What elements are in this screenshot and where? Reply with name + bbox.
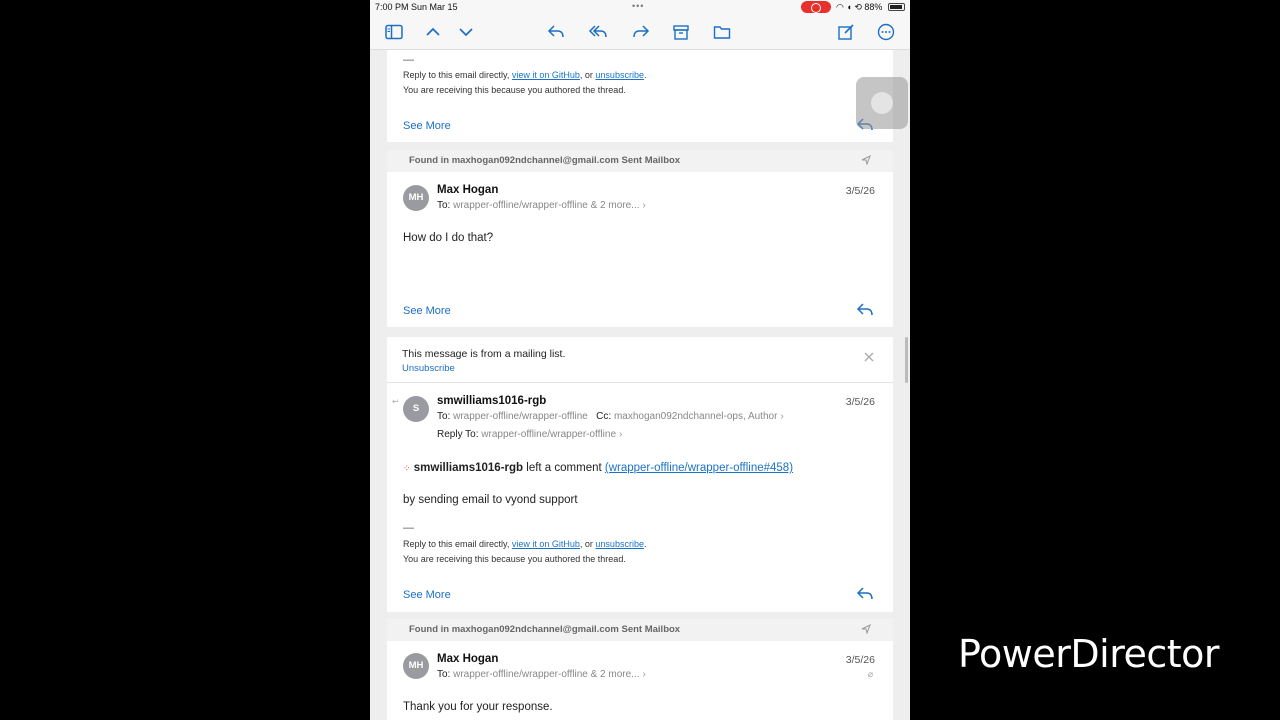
battery-icon <box>888 3 905 11</box>
close-icon[interactable] <box>863 351 875 363</box>
mail-toolbar <box>370 14 910 50</box>
chevron-right-icon: › <box>619 429 623 440</box>
sender-name[interactable]: Max Hogan <box>437 653 498 665</box>
forward-icon[interactable] <box>631 22 651 42</box>
recipients-line[interactable]: To: wrapper-offline/wrapper-offline & 2 … <box>437 200 646 211</box>
scroll-indicator[interactable] <box>905 337 908 383</box>
reply-to-label: Reply To: <box>437 429 479 440</box>
avatar: MH <box>403 185 429 211</box>
to-label: To: <box>437 200 451 211</box>
sidebar-toggle-icon[interactable] <box>384 22 404 42</box>
reply-notice: Reply to this email directly, view it on… <box>403 539 646 549</box>
rotation-lock-icon: ⟲ <box>854 2 862 12</box>
sent-arrow-icon <box>861 624 871 634</box>
reply-notice: Reply to this email directly, view it on… <box>403 70 646 80</box>
signature-dash: — <box>403 54 414 66</box>
reply-icon[interactable] <box>546 22 566 42</box>
comment-action: left a comment <box>523 462 605 474</box>
headphones-icon: ◖ <box>846 2 852 12</box>
previous-message-icon[interactable] <box>423 22 443 42</box>
reply-notice-text: Reply to this email directly, <box>403 70 512 80</box>
reply-all-icon[interactable] <box>588 22 608 42</box>
powerdirector-watermark: PowerDirector <box>958 632 1220 676</box>
avatar: S <box>403 396 429 422</box>
battery-percent: 88% <box>864 2 883 12</box>
reply-icon[interactable] <box>855 585 875 603</box>
unsubscribe-button[interactable]: Unsubscribe <box>402 363 455 374</box>
chevron-right-icon: › <box>642 200 646 211</box>
reply-to-value: wrapper-offline/wrapper-offline <box>481 429 616 440</box>
found-in-mailbox-text: Found in maxhogan092ndchannel@gmail.com … <box>409 155 681 166</box>
see-more-button[interactable]: See More <box>403 589 451 601</box>
reply-icon[interactable] <box>855 301 875 319</box>
move-folder-icon[interactable] <box>712 22 732 42</box>
see-more-button[interactable]: See More <box>403 120 451 132</box>
sender-name[interactable]: Max Hogan <box>437 184 498 196</box>
screen-record-icon[interactable] <box>801 1 831 13</box>
reply-to-line[interactable]: Reply To: wrapper-offline/wrapper-offlin… <box>437 429 622 440</box>
reply-notice-text: Reply to this email directly, <box>403 539 512 549</box>
found-in-mailbox-text: Found in maxhogan092ndchannel@gmail.com … <box>409 624 681 635</box>
to-value: wrapper-offline/wrapper-offline <box>453 411 588 422</box>
receiving-note: You are receiving this because you autho… <box>403 85 626 95</box>
assistive-touch-button[interactable] <box>856 77 908 129</box>
archive-icon[interactable] <box>671 22 691 42</box>
sender-name[interactable]: smwilliams1016-rgb <box>437 395 546 407</box>
period-text: . <box>643 539 647 549</box>
mailing-list-message: This message is from a mailing list. <box>402 348 566 360</box>
message-body: How do I do that? <box>403 232 494 244</box>
or-text: , or <box>579 70 596 80</box>
chevron-right-icon: › <box>642 669 646 680</box>
or-text: , or <box>579 539 596 549</box>
message-body: Thank you for your response. <box>403 701 553 713</box>
message-card-smwilliams[interactable]: ↩ S smwilliams1016-rgb 3/5/26 To: wrappe… <box>387 383 893 612</box>
more-options-icon[interactable] <box>876 22 896 42</box>
message-card-max-hogan-1[interactable]: MH Max Hogan 3/5/26 To: wrapper-offline/… <box>387 172 893 327</box>
recipients-line[interactable]: To: wrapper-offline/wrapper-offline & 2 … <box>437 669 646 680</box>
message-date: 3/5/26 <box>845 185 875 197</box>
message-date: 3/5/26 <box>845 396 875 408</box>
to-label: To: <box>437 669 451 680</box>
cc-value: maxhogan092ndchannel-ops, Author <box>613 411 778 422</box>
period-text: . <box>643 70 647 80</box>
view-on-github-link[interactable]: view it on GitHub <box>512 70 580 80</box>
to-value: wrapper-offline/wrapper-offline & 2 more… <box>453 200 640 211</box>
cc-label: Cc: <box>596 411 612 422</box>
avatar: MH <box>403 653 429 679</box>
message-date: 3/5/26 <box>845 654 875 666</box>
status-right: ◠ ◖ ⟲ 88% <box>836 2 882 13</box>
next-message-icon[interactable] <box>456 22 476 42</box>
to-value: wrapper-offline/wrapper-offline & 2 more… <box>453 669 640 680</box>
receiving-note: You are receiving this because you autho… <box>403 554 626 564</box>
status-bar: 7:00 PM Sun Mar 15 ••• ◠ ◖ ⟲ 88% <box>370 0 910 14</box>
comment-header: ⁘ smwilliams1016-rgb left a comment (wra… <box>403 462 793 474</box>
wifi-icon: ◠ <box>836 2 844 12</box>
mail-app-screen: 7:00 PM Sun Mar 15 ••• ◠ ◖ ⟲ 88% — Reply… <box>370 0 910 720</box>
signature-dash: — <box>403 522 414 534</box>
sent-arrow-icon <box>861 155 871 165</box>
message-card-max-hogan-2[interactable]: MH Max Hogan 3/5/26 ⌀ To: wrapper-offlin… <box>387 641 893 720</box>
comment-user: smwilliams1016-rgb <box>413 462 524 474</box>
found-in-mailbox-label: Found in maxhogan092ndchannel@gmail.com … <box>387 619 893 641</box>
replied-indicator-icon: ↩ <box>392 397 399 406</box>
see-more-button[interactable]: See More <box>403 305 451 317</box>
mailing-list-banner: This message is from a mailing list. Uns… <box>387 337 893 383</box>
github-user-avatar-icon: ⁘ <box>403 463 411 473</box>
multitasking-dots[interactable]: ••• <box>632 1 644 11</box>
status-time-date: 7:00 PM Sun Mar 15 <box>375 2 458 12</box>
view-on-github-link[interactable]: view it on GitHub <box>512 539 580 549</box>
unsubscribe-link[interactable]: unsubscribe <box>595 70 644 80</box>
unsubscribe-link[interactable]: unsubscribe <box>595 539 644 549</box>
message-body: by sending email to vyond support <box>403 494 578 506</box>
found-in-mailbox-label: Found in maxhogan092ndchannel@gmail.com … <box>387 150 893 172</box>
compose-icon[interactable] <box>836 22 856 42</box>
attachment-icon: ⌀ <box>867 669 873 679</box>
chevron-right-icon: › <box>780 411 784 422</box>
to-label: To: <box>437 411 451 422</box>
issue-link[interactable]: (wrapper-offline/wrapper-offline#458) <box>605 462 793 474</box>
message-card-previous: — Reply to this email directly, view it … <box>387 50 893 142</box>
recipients-line[interactable]: To: wrapper-offline/wrapper-offline Cc: … <box>437 411 784 422</box>
